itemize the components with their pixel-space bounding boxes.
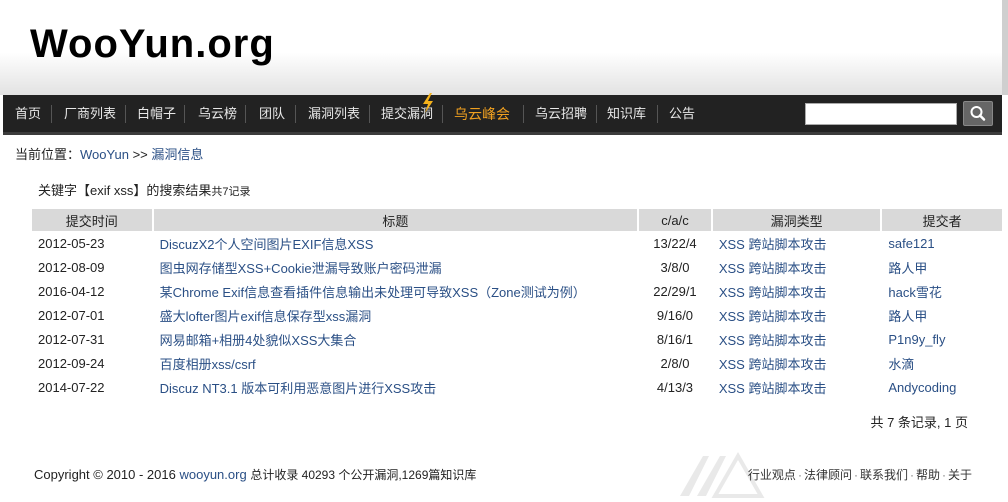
author-link[interactable]: safe121 xyxy=(888,236,934,251)
cell-cac: 22/29/1 xyxy=(653,283,697,299)
results-heading-text: 关键字【exif xss】的搜索结果 xyxy=(38,183,212,198)
footer-link-opinions[interactable]: 行业观点 xyxy=(748,468,796,482)
author-link[interactable]: hack雪花 xyxy=(888,285,941,300)
pagination-info: 共 7 条记录, 1 页 xyxy=(870,415,968,430)
author-link[interactable]: 水滴 xyxy=(888,357,914,372)
nav-vendors[interactable]: 厂商列表 xyxy=(64,95,116,132)
bug-type-link[interactable]: XSS 跨站脚本攻击 xyxy=(719,333,827,348)
nav-divider xyxy=(442,105,443,123)
cell-cac: 3/8/0 xyxy=(660,259,690,275)
bug-type-link[interactable]: XSS 跨站脚本攻击 xyxy=(719,309,827,324)
copyright-text: Copyright © 2010 - 2016 xyxy=(34,467,176,482)
bug-title-link[interactable]: Discuz NT3.1 版本可利用恶意图片进行XSS攻击 xyxy=(160,381,437,396)
site-link[interactable]: wooyun.org xyxy=(179,467,246,482)
nav-divider xyxy=(125,105,126,123)
site-stats: 总计收录 40293 个公开漏洞,1269篇知识库 xyxy=(250,468,477,482)
nav-teams[interactable]: 团队 xyxy=(259,95,285,132)
bug-title-link[interactable]: 盛大lofter图片exif信息保存型xss漏洞 xyxy=(160,309,372,324)
nav-divider xyxy=(295,105,296,123)
table-header-row: 提交时间 标题 c/a/c 漏洞类型 提交者 xyxy=(32,209,1002,231)
bug-type-link[interactable]: XSS 跨站脚本攻击 xyxy=(719,381,827,396)
footer-links: 行业观点 · 法律顾问 · 联系我们 · 帮助 · 关于 xyxy=(747,468,972,482)
bug-title-link[interactable]: 百度相册xss/csrf xyxy=(160,357,256,372)
nav-divider xyxy=(51,105,52,123)
results-heading: 关键字【exif xss】的搜索结果共7记录 xyxy=(38,180,250,199)
cell-date: 2012-09-24 xyxy=(38,355,105,371)
breadcrumb-separator: >> xyxy=(132,147,148,162)
author-link[interactable]: P1n9y_fly xyxy=(888,332,945,347)
results-count: 共7记录 xyxy=(211,186,251,198)
search-input[interactable] xyxy=(805,103,957,125)
bug-title-link[interactable]: 某Chrome Exif信息查看插件信息输出未处理可导致XSS（Zone测试为例… xyxy=(160,285,586,300)
cell-date: 2012-07-31 xyxy=(38,331,105,347)
breadcrumb-current-link[interactable]: 漏洞信息 xyxy=(151,147,203,162)
magnifier-icon xyxy=(970,106,986,121)
cell-date: 2016-04-12 xyxy=(38,283,105,299)
nav-whitehats[interactable]: 白帽子 xyxy=(137,95,176,132)
results-table: 提交时间 标题 c/a/c 漏洞类型 提交者 2012-05-23 Discuz… xyxy=(30,209,1004,399)
nav-divider xyxy=(369,105,370,123)
nav-bug-list[interactable]: 漏洞列表 xyxy=(308,95,360,132)
column-header-author: 提交者 xyxy=(882,209,1002,231)
column-header-cac: c/a/c xyxy=(639,209,711,231)
bug-title-link[interactable]: DiscuzX2个人空间图片EXIF信息XSS xyxy=(160,237,374,252)
nav-divider xyxy=(523,105,524,123)
breadcrumb-home-link[interactable]: WooYun xyxy=(80,147,129,162)
cell-date: 2012-05-23 xyxy=(38,235,105,251)
table-row: 2014-07-22 Discuz NT3.1 版本可利用恶意图片进行XSS攻击… xyxy=(32,375,1002,399)
bug-type-link[interactable]: XSS 跨站脚本攻击 xyxy=(719,357,827,372)
column-header-date: 提交时间 xyxy=(32,209,152,231)
author-link[interactable]: Andycoding xyxy=(888,380,956,395)
nav-announcements[interactable]: 公告 xyxy=(669,95,695,132)
column-header-title: 标题 xyxy=(153,209,638,231)
nav-knowledge[interactable]: 知识库 xyxy=(607,95,646,132)
bug-title-link[interactable]: 网易邮箱+相册4处貌似XSS大集合 xyxy=(160,333,357,348)
nav-divider xyxy=(596,105,597,123)
bug-type-link[interactable]: XSS 跨站脚本攻击 xyxy=(719,261,827,276)
bug-title-link[interactable]: 图虫网存储型XSS+Cookie泄漏导致账户密码泄漏 xyxy=(160,261,442,276)
author-link[interactable]: 路人甲 xyxy=(888,309,927,324)
nav-divider xyxy=(245,105,246,123)
site-header: WooYun.org xyxy=(0,0,1008,95)
cell-cac: 2/8/0 xyxy=(660,355,690,371)
footer-link-help[interactable]: 帮助 xyxy=(916,468,940,482)
bug-type-link[interactable]: XSS 跨站脚本攻击 xyxy=(719,237,827,252)
cell-date: 2012-08-09 xyxy=(38,259,105,275)
footer-link-about[interactable]: 关于 xyxy=(948,468,972,482)
footer-link-legal[interactable]: 法律顾问 xyxy=(804,468,852,482)
cell-cac: 9/16/0 xyxy=(656,307,694,323)
table-row: 2012-08-09 图虫网存储型XSS+Cookie泄漏导致账户密码泄漏 3/… xyxy=(32,255,1002,279)
main-nav: 首页 厂商列表 白帽子 乌云榜 团队 漏洞列表 提交漏洞 乌云峰会 乌云招聘 知… xyxy=(3,93,1002,135)
author-link[interactable]: 路人甲 xyxy=(888,261,927,276)
table-row: 2012-07-01 盛大lofter图片exif信息保存型xss漏洞 9/16… xyxy=(32,303,1002,327)
footer-copyright: Copyright © 2010 - 2016 wooyun.org 总计收录 … xyxy=(34,466,476,483)
cell-cac: 13/22/4 xyxy=(653,235,697,251)
nav-home[interactable]: 首页 xyxy=(15,95,41,132)
cell-cac: 8/16/1 xyxy=(656,331,694,347)
footer-link-contact[interactable]: 联系我们 xyxy=(860,468,908,482)
cell-date: 2014-07-22 xyxy=(38,379,105,395)
cell-cac: 4/13/3 xyxy=(656,379,694,395)
nav-ranking[interactable]: 乌云榜 xyxy=(198,95,237,132)
table-row: 2012-09-24 百度相册xss/csrf 2/8/0 XSS 跨站脚本攻击… xyxy=(32,351,1002,375)
table-row: 2016-04-12 某Chrome Exif信息查看插件信息输出未处理可导致X… xyxy=(32,279,1002,303)
cell-date: 2012-07-01 xyxy=(38,307,105,323)
nav-summit[interactable]: 乌云峰会 xyxy=(454,95,510,132)
column-header-type: 漏洞类型 xyxy=(712,209,881,231)
table-row: 2012-07-31 网易邮箱+相册4处貌似XSS大集合 8/16/1 XSS … xyxy=(32,327,1002,351)
site-logo[interactable]: WooYun.org xyxy=(30,22,275,67)
search-button[interactable] xyxy=(963,101,993,126)
breadcrumb-prefix: 当前位置： xyxy=(15,147,81,162)
bug-type-link[interactable]: XSS 跨站脚本攻击 xyxy=(719,285,827,300)
nav-jobs[interactable]: 乌云招聘 xyxy=(535,95,587,132)
breadcrumb: 当前位置：WooYun >> 漏洞信息 xyxy=(15,144,203,163)
nav-divider xyxy=(657,105,658,123)
table-row: 2012-05-23 DiscuzX2个人空间图片EXIF信息XSS 13/22… xyxy=(32,231,1002,255)
nav-divider xyxy=(184,105,185,123)
lightning-bolt-icon xyxy=(423,93,433,113)
